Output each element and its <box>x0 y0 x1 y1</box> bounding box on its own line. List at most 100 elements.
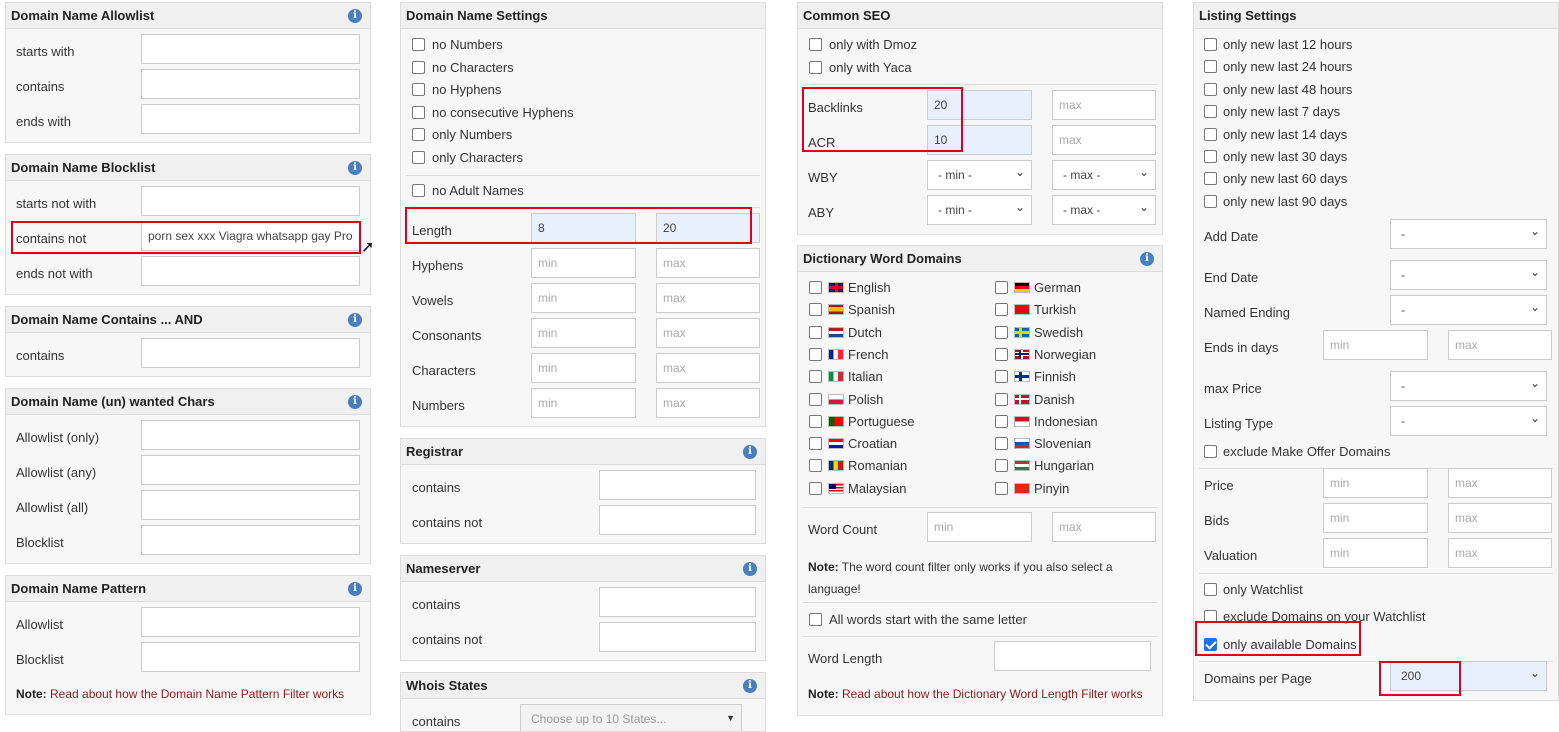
registrar-title: Registrar <box>401 439 765 465</box>
price-max-input[interactable]: max <box>1448 468 1552 498</box>
language-checkbox[interactable] <box>995 437 1008 451</box>
aby-min-select[interactable]: - min - ⌄ <box>927 195 1032 225</box>
listing-new-checkbox[interactable] <box>1204 150 1217 163</box>
language-checkbox[interactable] <box>809 437 822 451</box>
listing-type-select[interactable]: - ⌄ <box>1390 406 1547 436</box>
nameserver-contains-not-input[interactable] <box>599 622 756 652</box>
info-icon[interactable]: i <box>348 395 362 409</box>
wby-min-select[interactable]: - min - ⌄ <box>927 160 1032 190</box>
backlinks-max-input[interactable]: max <box>1052 90 1156 120</box>
settings-row-max-input[interactable]: max <box>656 388 760 418</box>
settings-checkbox[interactable] <box>412 150 425 164</box>
ends-in-days-max-input[interactable]: max <box>1448 330 1552 360</box>
language-checkbox[interactable] <box>995 414 1008 428</box>
ends-not-with-input[interactable] <box>141 256 360 286</box>
registrar-contains-not-input[interactable] <box>599 505 756 535</box>
info-icon[interactable]: i <box>743 445 757 459</box>
info-icon[interactable]: i <box>348 161 362 175</box>
language-checkbox[interactable] <box>995 459 1008 473</box>
settings-row-min-input[interactable]: min <box>531 318 636 348</box>
word-count-min-input[interactable]: min <box>927 512 1032 542</box>
info-icon[interactable]: i <box>1140 252 1154 266</box>
language-checkbox[interactable] <box>809 347 822 361</box>
pattern-note-link[interactable]: Read about how the Domain Name Pattern F… <box>50 687 344 701</box>
listing-new-checkbox[interactable] <box>1204 127 1217 141</box>
pattern-allowlist-input[interactable] <box>141 607 360 637</box>
settings-row-max-input[interactable]: max <box>656 353 760 383</box>
settings-row-min-input[interactable]: min <box>531 388 636 418</box>
acr-max-input[interactable]: max <box>1052 125 1156 155</box>
settings-row-min-input[interactable]: min <box>531 248 636 278</box>
listing-new-checkbox[interactable] <box>1204 38 1217 51</box>
blocklist-input[interactable] <box>141 525 360 555</box>
settings-checkbox[interactable] <box>412 38 425 51</box>
settings-row-max-input[interactable]: max <box>656 318 760 348</box>
language-checkbox[interactable] <box>995 392 1008 406</box>
bids-max-input[interactable]: max <box>1448 503 1552 533</box>
word-length-note-link[interactable]: Read about how the Dictionary Word Lengt… <box>842 687 1143 701</box>
settings-checkbox[interactable] <box>412 83 425 96</box>
starts-with-input[interactable] <box>141 34 360 64</box>
listing-new-checkbox[interactable] <box>1204 194 1217 208</box>
valuation-max-input[interactable]: max <box>1448 538 1552 568</box>
nameserver-contains-input[interactable] <box>599 587 756 617</box>
contains-input[interactable] <box>141 69 360 99</box>
language-checkbox[interactable] <box>809 303 822 317</box>
info-icon[interactable]: i <box>348 313 362 327</box>
listing-new-checkbox[interactable] <box>1204 105 1217 119</box>
settings-checkbox[interactable] <box>412 105 425 119</box>
wby-max-select[interactable]: - max - ⌄ <box>1052 160 1156 190</box>
registrar-contains-input[interactable] <box>599 470 756 500</box>
ends-with-input[interactable] <box>141 104 360 134</box>
starts-not-with-input[interactable] <box>141 186 360 216</box>
add-date-select[interactable]: - ⌄ <box>1390 219 1547 249</box>
info-icon[interactable]: i <box>348 582 362 596</box>
language-checkbox[interactable] <box>995 303 1008 317</box>
price-min-input[interactable]: min <box>1323 468 1428 498</box>
language-checkbox[interactable] <box>809 459 822 473</box>
bids-min-input[interactable]: min <box>1323 503 1428 533</box>
contains-and-input[interactable] <box>141 338 360 368</box>
settings-row-max-input[interactable]: max <box>656 248 760 278</box>
word-length-input[interactable] <box>994 641 1151 671</box>
named-ending-select[interactable]: - ⌄ <box>1390 295 1547 325</box>
info-icon[interactable]: i <box>743 679 757 693</box>
allowlist-only-input[interactable] <box>141 420 360 450</box>
max-price-select[interactable]: - ⌄ <box>1390 371 1547 401</box>
language-checkbox[interactable] <box>809 414 822 428</box>
language-checkbox[interactable] <box>995 481 1008 495</box>
language-checkbox[interactable] <box>995 370 1008 384</box>
no-adult-checkbox[interactable] <box>412 184 425 197</box>
only-watchlist-checkbox[interactable] <box>1204 583 1217 596</box>
word-count-max-input[interactable]: max <box>1052 512 1156 542</box>
settings-row-max-input[interactable]: max <box>656 283 760 313</box>
pattern-blocklist-input[interactable] <box>141 642 360 672</box>
aby-max-select[interactable]: - max - ⌄ <box>1052 195 1156 225</box>
language-checkbox[interactable] <box>809 481 822 495</box>
end-date-select[interactable]: - ⌄ <box>1390 260 1547 290</box>
language-checkbox[interactable] <box>995 281 1008 294</box>
ends-in-days-min-input[interactable]: min <box>1323 330 1428 360</box>
language-checkbox[interactable] <box>809 392 822 406</box>
settings-checkbox[interactable] <box>412 128 425 141</box>
info-icon[interactable]: i <box>743 562 757 576</box>
language-checkbox[interactable] <box>809 281 822 294</box>
language-checkbox[interactable] <box>995 347 1008 361</box>
settings-row-min-input[interactable]: min <box>531 353 636 383</box>
info-icon[interactable]: i <box>348 9 362 23</box>
exclude-offer-checkbox[interactable] <box>1204 445 1217 458</box>
language-checkbox[interactable] <box>809 325 822 339</box>
language-checkbox[interactable] <box>809 370 822 384</box>
same-letter-checkbox[interactable] <box>809 613 822 626</box>
listing-new-checkbox[interactable] <box>1204 82 1217 96</box>
dmoz-checkbox[interactable] <box>809 38 822 51</box>
listing-new-checkbox[interactable] <box>1204 60 1217 74</box>
valuation-min-input[interactable]: min <box>1323 538 1428 568</box>
allowlist-any-input[interactable] <box>141 455 360 485</box>
listing-new-checkbox[interactable] <box>1204 172 1217 186</box>
allowlist-all-input[interactable] <box>141 490 360 520</box>
settings-row-min-input[interactable]: min <box>531 283 636 313</box>
yaca-checkbox[interactable] <box>809 61 822 74</box>
language-checkbox[interactable] <box>995 325 1008 339</box>
settings-checkbox[interactable] <box>412 60 425 74</box>
